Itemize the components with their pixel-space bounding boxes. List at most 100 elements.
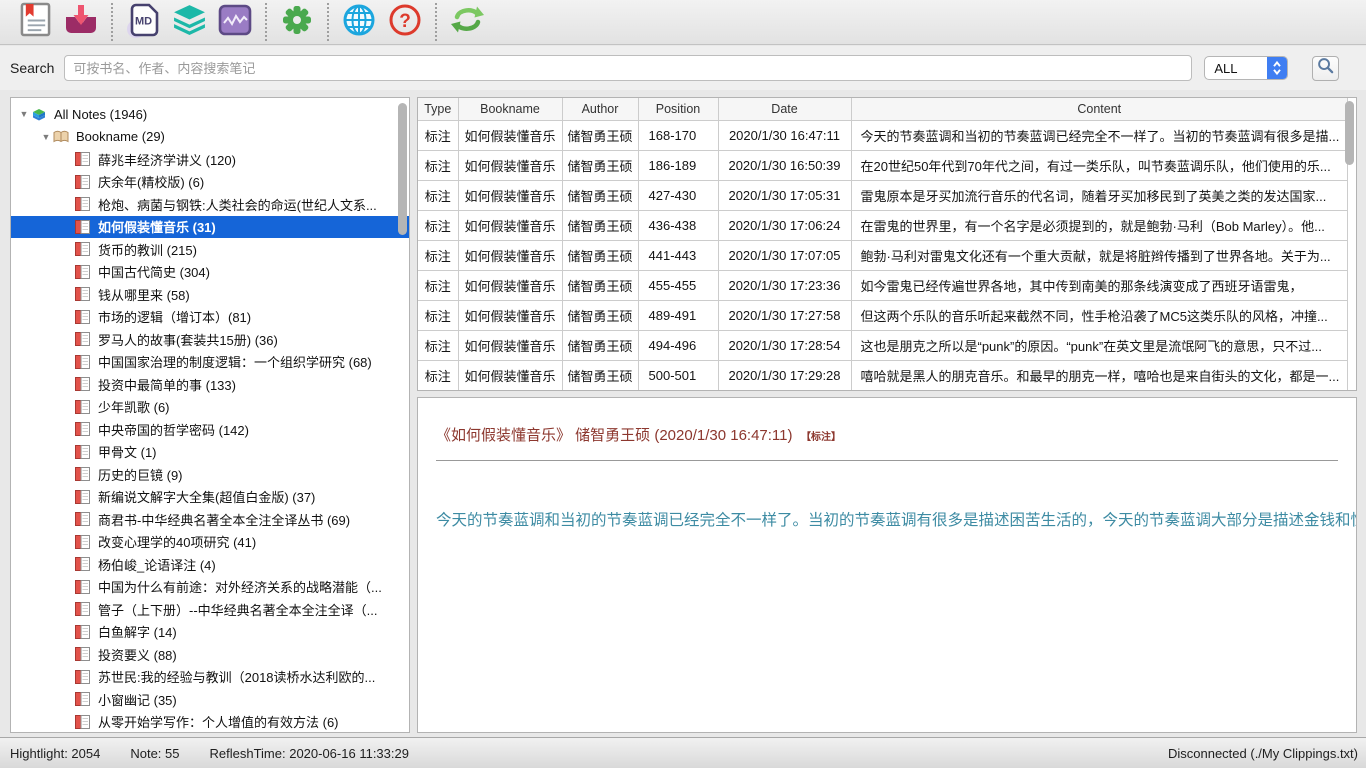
- cell-date: 2020/1/30 17:27:58: [718, 300, 851, 330]
- tree-item[interactable]: 改变心理学的40项研究 (41): [11, 531, 409, 554]
- book-tree-pane: ▼All Notes (1946)▼Bookname (29)薛兆丰经济学讲义 …: [10, 97, 410, 733]
- expander-triangle-icon[interactable]: ▼: [17, 109, 31, 119]
- toolbar: MD: [0, 0, 1366, 45]
- tree-item[interactable]: 甲骨文 (1): [11, 441, 409, 464]
- column-header[interactable]: Bookname: [458, 98, 562, 120]
- column-header[interactable]: Type: [418, 98, 458, 120]
- tree-item[interactable]: 小窗幽记 (35): [11, 688, 409, 711]
- help-button[interactable]: ?: [382, 2, 428, 42]
- cell-content: 雷鬼原本是牙买加流行音乐的代名词，随着牙买加移民到了英美之类的发达国家...: [851, 180, 1348, 210]
- tree-item[interactable]: 货币的教训 (215): [11, 238, 409, 261]
- red-book-icon: [75, 377, 93, 392]
- cell-content: 这也是朋克之所以是“punk”的原因。“punk”在英文里是流氓阿飞的意思，只不…: [851, 330, 1348, 360]
- expander-triangle-icon[interactable]: ▼: [39, 132, 53, 142]
- cell-type: 标注: [418, 150, 458, 180]
- tree-item[interactable]: 中央帝国的哲学密码 (142): [11, 418, 409, 441]
- search-scope-select[interactable]: ALL: [1204, 56, 1288, 80]
- tree-item-label: 历史的巨镜 (9): [98, 465, 183, 484]
- tree-item[interactable]: ▼ Bookname (29): [11, 126, 409, 149]
- cell-author: 储智勇王硕: [562, 360, 638, 390]
- refresh-time: RefleshTime: 2020-06-16 11:33:29: [210, 746, 409, 761]
- tree-item-label: 货币的教训 (215): [98, 240, 197, 259]
- table-row[interactable]: 标注如何假装懂音乐储智勇王硕455-4552020/1/30 17:23:36如…: [418, 270, 1348, 300]
- cell-author: 储智勇王硕: [562, 300, 638, 330]
- table-scrollbar[interactable]: [1345, 101, 1354, 165]
- tree-item[interactable]: ▼All Notes (1946): [11, 103, 409, 126]
- tree-item[interactable]: 如何假装懂音乐 (31): [11, 216, 409, 239]
- cell-position: 489-491: [638, 300, 718, 330]
- table-row[interactable]: 标注如何假装懂音乐储智勇王硕441-4432020/1/30 17:07:05鲍…: [418, 240, 1348, 270]
- cell-date: 2020/1/30 17:23:36: [718, 270, 851, 300]
- tree-item[interactable]: 杨伯峻_论语译注 (4): [11, 553, 409, 576]
- red-book-icon: [75, 467, 93, 482]
- tree-item[interactable]: 罗马人的故事(套装共15册) (36): [11, 328, 409, 351]
- table-row[interactable]: 标注如何假装懂音乐储智勇王硕500-5012020/1/30 17:29:28嘻…: [418, 360, 1348, 390]
- tree-item-label: 薛兆丰经济学讲义 (120): [98, 150, 236, 169]
- tree-item[interactable]: 投资中最简单的事 (133): [11, 373, 409, 396]
- search-button[interactable]: [1312, 56, 1339, 81]
- tree-item[interactable]: 中国为什么有前途：对外经济关系的战略潜能（...: [11, 576, 409, 599]
- cell-position: 455-455: [638, 270, 718, 300]
- tree-item-label: Bookname (29): [76, 129, 165, 144]
- cell-type: 标注: [418, 360, 458, 390]
- cell-position: 494-496: [638, 330, 718, 360]
- tree-item[interactable]: 钱从哪里来 (58): [11, 283, 409, 306]
- table-row[interactable]: 标注如何假装懂音乐储智勇王硕494-4962020/1/30 17:28:54这…: [418, 330, 1348, 360]
- tree-item[interactable]: 少年凯歌 (6): [11, 396, 409, 419]
- note-detail-body: 今天的节奏蓝调和当初的节奏蓝调已经完全不一样了。当初的节奏蓝调有很多是描述困苦生…: [436, 507, 1357, 537]
- tree-item[interactable]: 管子（上下册）--中华经典名著全本全注全译（...: [11, 598, 409, 621]
- refresh-button[interactable]: [444, 2, 490, 42]
- notes-document-button[interactable]: [12, 2, 58, 42]
- red-book-icon: [75, 534, 93, 549]
- export-layers-button[interactable]: [166, 2, 212, 42]
- export-markdown-button[interactable]: MD: [120, 2, 166, 42]
- column-header[interactable]: Content: [851, 98, 1348, 120]
- tree-item[interactable]: 商君书-中华经典名著全本全注全译丛书 (69): [11, 508, 409, 531]
- tree-item[interactable]: 薛兆丰经济学讲义 (120): [11, 148, 409, 171]
- statistics-chart-button[interactable]: [212, 2, 258, 42]
- tree-item[interactable]: 庆余年(精校版) (6): [11, 171, 409, 194]
- import-clippings-button[interactable]: [58, 2, 104, 42]
- website-button[interactable]: [336, 2, 382, 42]
- tree-item[interactable]: 历史的巨镜 (9): [11, 463, 409, 486]
- table-row[interactable]: 标注如何假装懂音乐储智勇王硕427-4302020/1/30 17:05:31雷…: [418, 180, 1348, 210]
- red-book-icon: [75, 669, 93, 684]
- cell-bookname: 如何假装懂音乐: [458, 120, 562, 150]
- tree-item-label: 管子（上下册）--中华经典名著全本全注全译（...: [98, 600, 378, 619]
- sidebar-scrollbar[interactable]: [398, 103, 407, 235]
- tree-item[interactable]: 枪炮、病菌与钢铁:人类社会的命运(世纪人文系...: [11, 193, 409, 216]
- settings-button[interactable]: [274, 2, 320, 42]
- column-header[interactable]: Position: [638, 98, 718, 120]
- tree-item[interactable]: 投资要义 (88): [11, 643, 409, 666]
- tree-item-label: 新编说文解字大全集(超值白金版) (37): [98, 487, 315, 506]
- tree-item[interactable]: 白鱼解字 (14): [11, 621, 409, 644]
- table-row[interactable]: 标注如何假装懂音乐储智勇王硕489-4912020/1/30 17:27:58但…: [418, 300, 1348, 330]
- column-header[interactable]: Author: [562, 98, 638, 120]
- tree-item[interactable]: 新编说文解字大全集(超值白金版) (37): [11, 486, 409, 509]
- search-input[interactable]: [64, 55, 1192, 81]
- highlight-count: Hightlight: 2054: [10, 746, 100, 761]
- table-row[interactable]: 标注如何假装懂音乐储智勇王硕186-1892020/1/30 16:50:39在…: [418, 150, 1348, 180]
- red-book-icon: [75, 332, 93, 347]
- tree-item[interactable]: 中国国家治理的制度逻辑：一个组织学研究 (68): [11, 351, 409, 374]
- notes-document-icon: [20, 2, 51, 42]
- cell-date: 2020/1/30 17:28:54: [718, 330, 851, 360]
- tree-item[interactable]: 苏世民:我的经验与教训（2018读桥水达利欧的...: [11, 666, 409, 689]
- notes-table-header[interactable]: TypeBooknameAuthorPositionDateContent: [418, 98, 1348, 120]
- tree-item-label: 如何假装懂音乐 (31): [98, 217, 216, 236]
- table-row[interactable]: 标注如何假装懂音乐储智勇王硕168-1702020/1/30 16:47:11今…: [418, 120, 1348, 150]
- cell-date: 2020/1/30 17:29:28: [718, 360, 851, 390]
- cell-bookname: 如何假装懂音乐: [458, 360, 562, 390]
- svg-text:MD: MD: [134, 15, 151, 27]
- red-book-icon: [75, 692, 93, 707]
- tree-item[interactable]: 中国古代简史 (304): [11, 261, 409, 284]
- markdown-file-icon: MD: [126, 2, 161, 43]
- cell-bookname: 如何假装懂音乐: [458, 330, 562, 360]
- column-header[interactable]: Date: [718, 98, 851, 120]
- cell-type: 标注: [418, 240, 458, 270]
- red-book-icon: [75, 444, 93, 459]
- notes-table: TypeBooknameAuthorPositionDateContent 标注…: [418, 98, 1348, 391]
- tree-item[interactable]: 市场的逻辑（增订本）(81): [11, 306, 409, 329]
- tree-item[interactable]: 从零开始学写作：个人增值的有效方法 (6): [11, 711, 409, 734]
- table-row[interactable]: 标注如何假装懂音乐储智勇王硕436-4382020/1/30 17:06:24在…: [418, 210, 1348, 240]
